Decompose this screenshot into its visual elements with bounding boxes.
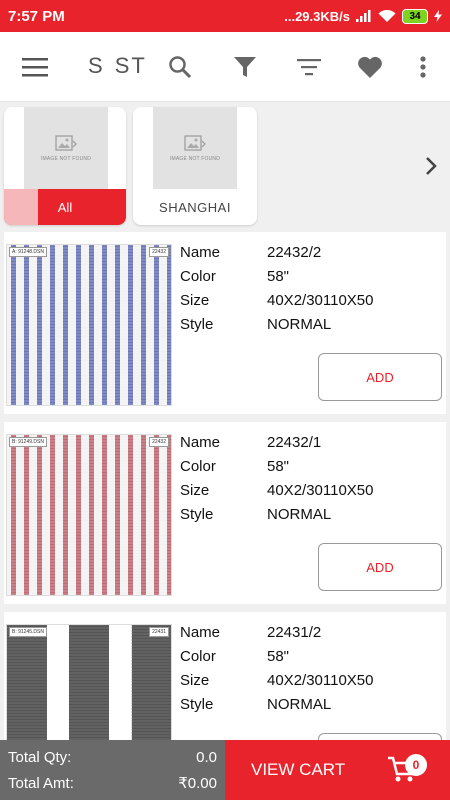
fabric-swatch xyxy=(7,245,171,405)
spec-label: Color xyxy=(180,267,216,285)
product-style: NORMAL xyxy=(267,505,332,523)
product-card[interactable]: B: 91249.DSN 22432 Name 22432/1 Color 58" … xyxy=(4,422,446,604)
image-placeholder-icon xyxy=(184,134,206,151)
more-vert-icon[interactable] xyxy=(408,52,438,82)
product-image[interactable]: A: 91248.DSN 22432 xyxy=(6,244,172,406)
wifi-icon xyxy=(378,9,396,23)
search-icon[interactable] xyxy=(165,52,195,82)
sort-icon[interactable] xyxy=(294,52,324,82)
product-size: 40X2/30110X50 xyxy=(267,671,374,689)
signal-icon xyxy=(356,10,372,22)
spec-label: Color xyxy=(180,457,216,475)
total-amt-value: ₹0.00 xyxy=(178,775,217,792)
total-qty-label: Total Qty: xyxy=(8,748,72,766)
category-label: SHANGHAI xyxy=(159,199,231,215)
spec-label: Style xyxy=(180,315,214,333)
category-shanghai[interactable]: IMAGE NOT FOUND SHANGHAI xyxy=(133,107,257,225)
totals-panel: Total Qty: 0.0 Total Amt: ₹0.00 xyxy=(0,740,225,800)
product-image-tag: A: 91248.DSN xyxy=(9,247,47,257)
product-specs: Name 22432/1 Color 58" Size 40X2/30110X50 S… xyxy=(180,430,374,526)
app-title-part2: ST xyxy=(114,53,147,78)
product-image-tag: 22432 xyxy=(149,437,169,447)
product-card[interactable]: B: 91245.DSN 22431 Name 22431/2 Color 58" … xyxy=(4,612,446,786)
chevron-right-icon[interactable] xyxy=(420,152,442,180)
spec-label: Size xyxy=(180,671,210,689)
category-all[interactable]: IMAGE NOT FOUND All xyxy=(4,107,126,225)
product-name: 22431/2 xyxy=(267,623,322,641)
network-speed: ...29.3KB/s xyxy=(284,8,350,24)
product-style: NORMAL xyxy=(267,695,332,713)
spec-label: Name xyxy=(180,433,221,451)
status-bar: 7:57 PM ...29.3KB/s 34 xyxy=(0,0,450,32)
heart-icon[interactable] xyxy=(355,52,385,82)
app-title-part1: S xyxy=(88,53,105,78)
total-qty-value: 0.0 xyxy=(196,748,217,766)
battery-icon: 34 xyxy=(402,8,428,24)
add-button[interactable]: ADD xyxy=(318,353,442,401)
category-thumbnail: IMAGE NOT FOUND xyxy=(153,107,237,189)
category-thumbnail: IMAGE NOT FOUND xyxy=(24,107,108,189)
view-cart-button[interactable]: VIEW CART 0 xyxy=(225,740,450,800)
product-image-tag: B: 91249.DSN xyxy=(9,437,47,447)
top-toolbar: S ST xyxy=(0,32,450,102)
product-color: 58" xyxy=(267,267,290,285)
bottom-bar: Total Qty: 0.0 Total Amt: ₹0.00 VIEW CART … xyxy=(0,740,450,800)
category-strip: IMAGE NOT FOUND All IMAGE NOT FOUND SHAN… xyxy=(0,102,450,230)
product-specs: Name 22431/2 Color 58" Size 40X2/30110X50 S… xyxy=(180,620,374,716)
filter-icon[interactable] xyxy=(230,52,260,82)
add-button[interactable]: ADD xyxy=(318,543,442,591)
spec-label: Style xyxy=(180,695,214,713)
spec-label: Color xyxy=(180,647,216,665)
product-size: 40X2/30110X50 xyxy=(267,481,374,499)
spec-label: Size xyxy=(180,291,210,309)
menu-icon[interactable] xyxy=(20,52,50,82)
status-indicators: ...29.3KB/s 34 xyxy=(284,8,442,24)
cart-count-badge: 0 xyxy=(405,754,427,776)
image-placeholder-icon xyxy=(55,134,77,151)
product-image-tag: 22431 xyxy=(149,627,169,637)
product-image-tag: B: 91245.DSN xyxy=(9,627,47,637)
spec-label: Name xyxy=(180,623,221,641)
image-not-found-text: IMAGE NOT FOUND xyxy=(169,155,221,162)
product-card[interactable]: A: 91248.DSN 22432 Name 22432/2 Color 58" … xyxy=(4,232,446,414)
image-not-found-text: IMAGE NOT FOUND xyxy=(40,155,92,162)
charging-icon xyxy=(434,10,442,22)
fabric-swatch xyxy=(7,435,171,595)
spec-label: Size xyxy=(180,481,210,499)
product-image-tag: 22432 xyxy=(149,247,169,257)
product-specs: Name 22432/2 Color 58" Size 40X2/30110X50 S… xyxy=(180,240,374,336)
total-amt-label: Total Amt: xyxy=(8,774,74,792)
product-image[interactable]: B: 91249.DSN 22432 xyxy=(6,434,172,596)
spec-label: Name xyxy=(180,243,221,261)
product-name: 22432/2 xyxy=(267,243,322,261)
product-color: 58" xyxy=(267,457,290,475)
view-cart-label: VIEW CART xyxy=(251,760,346,779)
product-size: 40X2/30110X50 xyxy=(267,291,374,309)
app-title: S ST xyxy=(88,53,147,79)
product-name: 22432/1 xyxy=(267,433,322,451)
status-time: 7:57 PM xyxy=(8,7,65,25)
product-color: 58" xyxy=(267,647,290,665)
spec-label: Style xyxy=(180,505,214,523)
product-style: NORMAL xyxy=(267,315,332,333)
category-selection-indicator xyxy=(4,189,38,225)
